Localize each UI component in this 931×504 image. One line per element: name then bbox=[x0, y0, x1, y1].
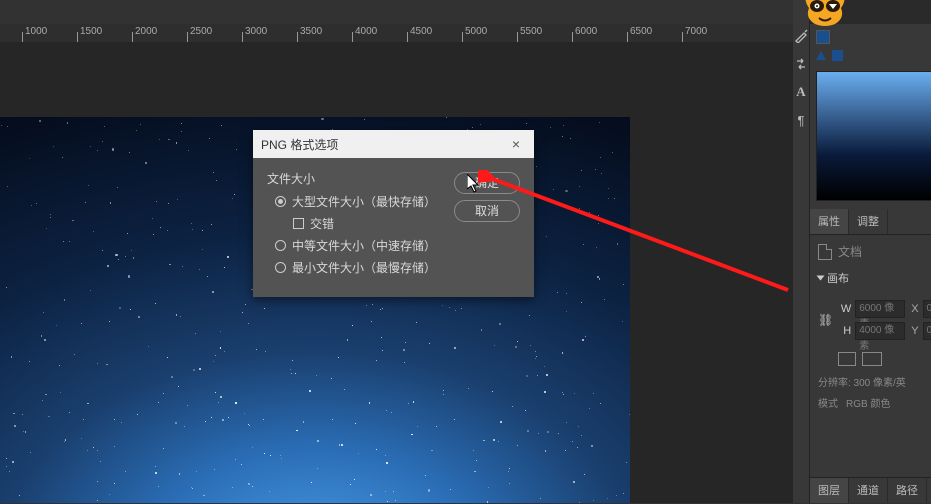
panel-icon-strip: A ¶ bbox=[793, 0, 810, 503]
dialog-title-text: PNG 格式选项 bbox=[261, 136, 338, 153]
chevron-down-icon bbox=[817, 276, 825, 281]
tab-layers[interactable]: 图层 bbox=[810, 478, 849, 503]
square-icon[interactable] bbox=[832, 50, 843, 61]
properties-body: 文档 画布 ⛓ W 6000 像素 X 0 H 4000 像素 bbox=[810, 235, 931, 477]
tab-properties[interactable]: 属性 bbox=[810, 209, 849, 234]
radio-icon bbox=[275, 240, 286, 251]
horizontal-ruler: 1000 1500 2000 2500 3000 3500 4000 4500 5000 5500… bbox=[0, 24, 793, 42]
png-options-dialog: PNG 格式选项 × 文件大小 大型文件大小（最快存储） 交错 中等文件大小（中… bbox=[253, 130, 534, 297]
dialog-titlebar[interactable]: PNG 格式选项 × bbox=[253, 130, 534, 158]
ruler-tick: 3000 bbox=[242, 32, 267, 42]
tab-adjustments[interactable]: 调整 bbox=[849, 209, 888, 234]
ruler-tick: 3500 bbox=[297, 32, 322, 42]
ruler-tick: 4000 bbox=[352, 32, 377, 42]
landscape-icon[interactable] bbox=[862, 352, 882, 366]
document-label: 文档 bbox=[838, 243, 862, 260]
link-icon[interactable]: ⛓ bbox=[818, 313, 833, 327]
swap-icon[interactable] bbox=[793, 56, 809, 72]
ruler-tick: 2000 bbox=[132, 32, 157, 42]
ruler-tick: 5500 bbox=[517, 32, 542, 42]
ruler-tick: 1500 bbox=[77, 32, 102, 42]
color-picker-gradient[interactable] bbox=[816, 71, 931, 201]
ruler-tick: 7000 bbox=[682, 32, 707, 42]
option-interlace[interactable]: 交错 bbox=[293, 215, 446, 232]
radio-icon bbox=[275, 262, 286, 273]
checkbox-icon bbox=[293, 218, 304, 229]
x-field[interactable]: 0 bbox=[923, 300, 931, 318]
color-mode-value[interactable]: RGB 颜色 bbox=[846, 395, 890, 410]
y-field[interactable]: 0 bbox=[923, 322, 931, 340]
tab-channels[interactable]: 通道 bbox=[849, 478, 888, 503]
height-field[interactable]: 4000 像素 bbox=[855, 322, 905, 340]
resolution-text: 分辨率: 300 像素/英 bbox=[818, 374, 931, 389]
ok-button[interactable]: 确定 bbox=[454, 172, 520, 194]
option-medium[interactable]: 中等文件大小（中速存储） bbox=[275, 237, 446, 254]
triangle-icon[interactable] bbox=[816, 51, 826, 60]
ruler-tick: 5000 bbox=[462, 32, 487, 42]
file-size-label: 文件大小 bbox=[267, 170, 446, 187]
ruler-tick: 6500 bbox=[627, 32, 652, 42]
right-panel: A ¶ 板 ≡ 属性 调整 文档 画布 bbox=[793, 0, 931, 503]
cancel-button[interactable]: 取消 bbox=[454, 200, 520, 222]
option-small[interactable]: 最小文件大小（最慢存储） bbox=[275, 259, 446, 276]
paragraph-icon[interactable]: ¶ bbox=[793, 112, 809, 128]
ruler-tick: 1000 bbox=[22, 32, 47, 42]
portrait-icon[interactable] bbox=[838, 352, 856, 366]
option-large[interactable]: 大型文件大小（最快存储） bbox=[275, 193, 446, 210]
document-icon bbox=[818, 244, 832, 260]
tab-paths[interactable]: 路径 bbox=[888, 478, 927, 503]
ruler-tick: 6000 bbox=[572, 32, 597, 42]
mascot-overlay-icon bbox=[797, 0, 853, 34]
type-icon[interactable]: A bbox=[793, 84, 809, 100]
canvas-disclosure[interactable]: 画布 bbox=[818, 270, 931, 286]
width-field[interactable]: 6000 像素 bbox=[855, 300, 905, 318]
radio-icon bbox=[275, 196, 286, 207]
ruler-tick: 4500 bbox=[407, 32, 432, 42]
properties-tabgroup: 属性 调整 bbox=[810, 209, 931, 235]
layers-tabgroup: 图层 通道 路径 bbox=[810, 477, 931, 503]
ruler-tick: 2500 bbox=[187, 32, 212, 42]
close-icon[interactable]: × bbox=[506, 136, 526, 152]
shape-row bbox=[810, 50, 931, 67]
